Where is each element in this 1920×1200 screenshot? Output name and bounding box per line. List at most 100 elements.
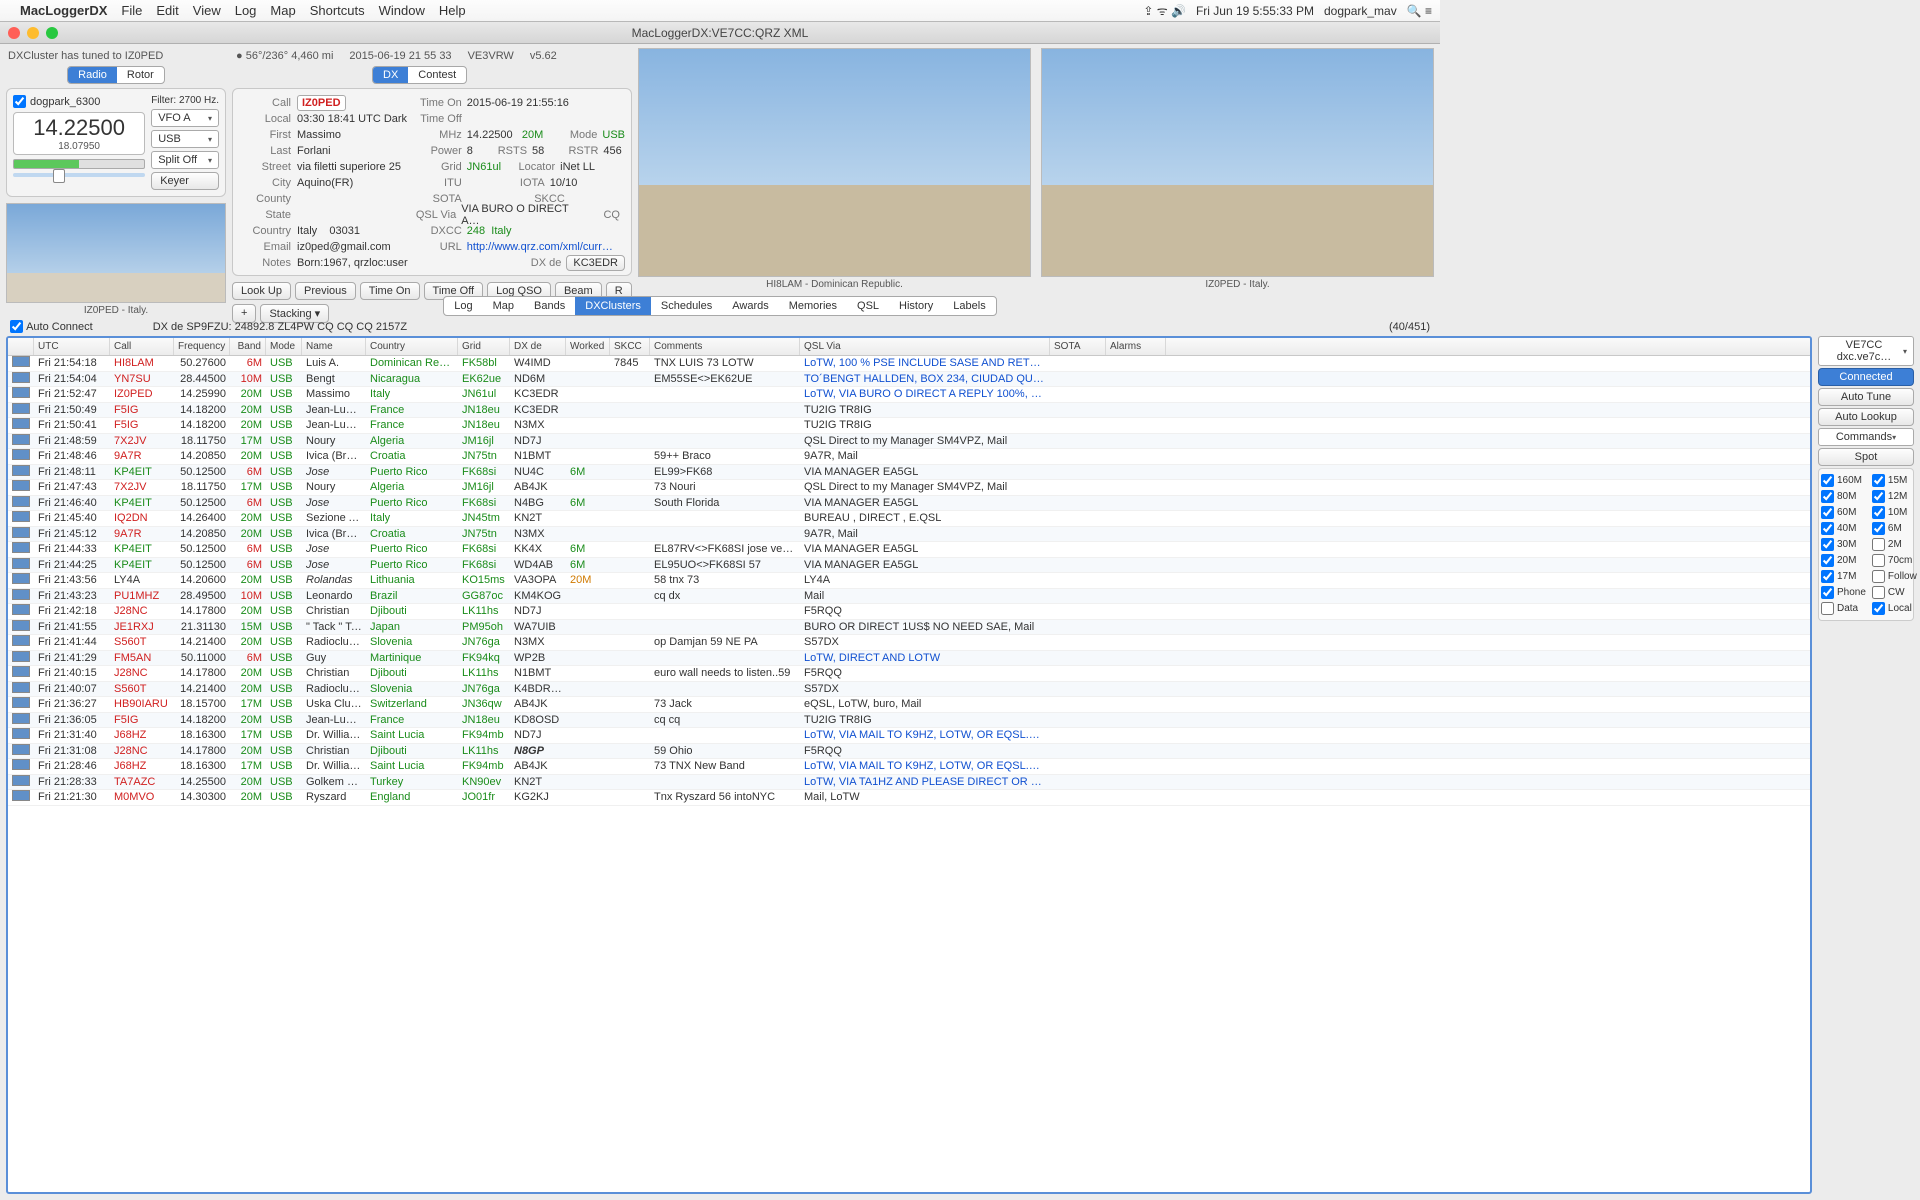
column-header[interactable]: Worked: [566, 338, 610, 355]
email-link[interactable]: iz0ped@gmail.com: [297, 241, 391, 253]
table-row[interactable]: Fri 21:43:56LY4A14.2060020MUSBRolandasLi…: [8, 573, 1810, 589]
column-header[interactable]: SKCC: [610, 338, 650, 355]
tab-memories[interactable]: Memories: [779, 297, 847, 315]
column-header[interactable]: [8, 338, 34, 355]
station-image-right[interactable]: [1041, 48, 1434, 277]
table-row[interactable]: Fri 21:44:25KP4EIT50.125006MUSBJosePuert…: [8, 558, 1810, 574]
table-row[interactable]: Fri 21:36:05F5IG14.1820020MUSBJean-Luc…F…: [8, 713, 1810, 729]
band-checkbox[interactable]: 20M: [1821, 553, 1866, 568]
seg-rotor[interactable]: Rotor: [117, 67, 164, 83]
split-select[interactable]: Split Off: [151, 151, 219, 169]
column-header[interactable]: Name: [302, 338, 366, 355]
band-checkbox[interactable]: 15M: [1872, 473, 1917, 488]
table-row[interactable]: Fri 21:52:47IZ0PED14.2599020MUSBMassimoI…: [8, 387, 1810, 403]
column-header[interactable]: QSL Via: [800, 338, 1050, 355]
column-header[interactable]: Call: [110, 338, 174, 355]
menu-file[interactable]: File: [121, 3, 142, 18]
table-row[interactable]: Fri 21:43:23PU1MHZ28.4950010MUSBLeonardo…: [8, 589, 1810, 605]
tab-bands[interactable]: Bands: [524, 297, 575, 315]
column-header[interactable]: DX de: [510, 338, 566, 355]
radio-enable-checkbox[interactable]: [13, 95, 26, 108]
menubar-user[interactable]: dogpark_mav: [1324, 4, 1397, 18]
table-row[interactable]: Fri 21:45:40IQ2DN14.2640020MUSBSezione A…: [8, 511, 1810, 527]
column-header[interactable]: SOTA: [1050, 338, 1106, 355]
previous-button[interactable]: Previous: [295, 282, 356, 300]
call-input[interactable]: IZ0PED: [297, 95, 346, 111]
table-row[interactable]: Fri 21:41:44S560T14.2140020MUSBRadioclub…: [8, 635, 1810, 651]
band-checkbox[interactable]: 12M: [1872, 489, 1917, 504]
tab-dxclusters[interactable]: DXClusters: [575, 297, 651, 315]
table-row[interactable]: Fri 21:36:27HB90IARU18.1570017MUSBUska C…: [8, 697, 1810, 713]
commands-select[interactable]: Commands: [1818, 428, 1914, 446]
band-checkbox[interactable]: 2M: [1872, 537, 1917, 552]
band-checkbox[interactable]: 70cm: [1872, 553, 1917, 568]
table-row[interactable]: Fri 21:41:55JE1RXJ21.3113015MUSB" Tack "…: [8, 620, 1810, 636]
seg-radio[interactable]: Radio: [68, 67, 117, 83]
column-header[interactable]: Alarms: [1106, 338, 1166, 355]
menubar-clock[interactable]: Fri Jun 19 5:55:33 PM: [1196, 4, 1314, 18]
table-row[interactable]: Fri 21:45:129A7R14.2085020MUSBIvica (Bra…: [8, 527, 1810, 543]
band-checkbox[interactable]: 40M: [1821, 521, 1866, 536]
band-checkbox[interactable]: Follow: [1872, 569, 1917, 584]
mode-select[interactable]: USB: [151, 130, 219, 148]
frequency-display[interactable]: 14.22500 18.07950: [13, 112, 145, 155]
auto-tune-button[interactable]: Auto Tune: [1818, 388, 1914, 406]
menu-map[interactable]: Map: [270, 3, 295, 18]
app-name[interactable]: MacLoggerDX: [20, 3, 107, 18]
table-row[interactable]: Fri 21:47:437X2JV18.1175017MUSBNouryAlge…: [8, 480, 1810, 496]
table-row[interactable]: Fri 21:31:08J28NC14.1780020MUSBChristian…: [8, 744, 1810, 760]
spotlight-icon[interactable]: 🔍 ≡: [1407, 4, 1432, 18]
seg-dx[interactable]: DX: [373, 67, 408, 83]
table-row[interactable]: Fri 21:40:07S560T14.2140020MUSBRadioclub…: [8, 682, 1810, 698]
tab-awards[interactable]: Awards: [722, 297, 778, 315]
table-row[interactable]: Fri 21:54:04YN7SU28.4450010MUSBBengtNica…: [8, 372, 1810, 388]
table-row[interactable]: Fri 21:48:469A7R14.2085020MUSBIvica (Bra…: [8, 449, 1810, 465]
table-row[interactable]: Fri 21:21:30M0MVO14.3030020MUSBRyszardEn…: [8, 790, 1810, 806]
tune-slider[interactable]: [13, 173, 145, 177]
tab-log[interactable]: Log: [444, 297, 482, 315]
band-checkbox[interactable]: CW: [1872, 585, 1917, 600]
wifi-icon[interactable]: ⇪ ᯤ 🔊: [1143, 2, 1186, 19]
column-header[interactable]: Grid: [458, 338, 510, 355]
table-row[interactable]: Fri 21:28:33TA7AZC14.2550020MUSBGolkem C…: [8, 775, 1810, 791]
menu-window[interactable]: Window: [379, 3, 425, 18]
seg-contest[interactable]: Contest: [408, 67, 466, 83]
band-checkbox[interactable]: Local: [1872, 601, 1917, 616]
keyer-button[interactable]: Keyer: [151, 172, 219, 190]
vfo-select[interactable]: VFO A: [151, 109, 219, 127]
table-row[interactable]: Fri 21:48:11KP4EIT50.125006MUSBJosePuert…: [8, 465, 1810, 481]
radio-rotor-segment[interactable]: Radio Rotor: [67, 66, 165, 84]
band-checkbox[interactable]: 60M: [1821, 505, 1866, 520]
menu-help[interactable]: Help: [439, 3, 466, 18]
table-row[interactable]: Fri 21:40:15J28NC14.1780020MUSBChristian…: [8, 666, 1810, 682]
band-checkbox[interactable]: 80M: [1821, 489, 1866, 504]
connected-button[interactable]: Connected: [1818, 368, 1914, 386]
column-header[interactable]: UTC: [34, 338, 110, 355]
band-checkbox[interactable]: 6M: [1872, 521, 1917, 536]
column-header[interactable]: Band: [230, 338, 266, 355]
column-header[interactable]: Comments: [650, 338, 800, 355]
dxde-field[interactable]: KC3EDR: [566, 255, 625, 271]
table-header[interactable]: UTCCallFrequencyBandModeNameCountryGridD…: [8, 338, 1810, 356]
table-row[interactable]: Fri 21:46:40KP4EIT50.125006MUSBJosePuert…: [8, 496, 1810, 512]
spot-button[interactable]: Spot: [1818, 448, 1914, 466]
menu-view[interactable]: View: [193, 3, 221, 18]
timeon-button[interactable]: Time On: [360, 282, 420, 300]
table-row[interactable]: Fri 21:48:597X2JV18.1175017MUSBNouryAlge…: [8, 434, 1810, 450]
table-row[interactable]: Fri 21:28:46J68HZ18.1630017MUSBDr. Willi…: [8, 759, 1810, 775]
band-checkbox[interactable]: 17M: [1821, 569, 1866, 584]
table-row[interactable]: Fri 21:42:18J28NC14.1780020MUSBChristian…: [8, 604, 1810, 620]
table-row[interactable]: Fri 21:50:49F5IG14.1820020MUSBJean-Luc…F…: [8, 403, 1810, 419]
traffic-lights[interactable]: [8, 27, 58, 39]
lookup-button[interactable]: Look Up: [232, 282, 291, 300]
auto-connect-checkbox[interactable]: [10, 320, 23, 333]
band-checkbox[interactable]: 10M: [1872, 505, 1917, 520]
menu-shortcuts[interactable]: Shortcuts: [310, 3, 365, 18]
band-checkbox[interactable]: Data: [1821, 601, 1866, 616]
dx-contest-segment[interactable]: DX Contest: [372, 66, 467, 84]
table-row[interactable]: Fri 21:44:33KP4EIT50.125006MUSBJosePuert…: [8, 542, 1810, 558]
cluster-select[interactable]: VE7CC dxc.ve7c…: [1818, 336, 1914, 366]
tab-labels[interactable]: Labels: [943, 297, 995, 315]
station-image-left[interactable]: [638, 48, 1031, 277]
band-checkbox[interactable]: Phone: [1821, 585, 1866, 600]
